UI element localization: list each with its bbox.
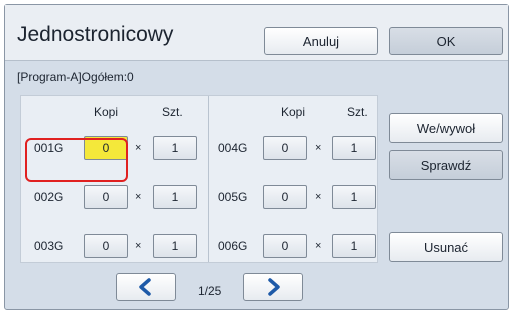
- szt-field-003g[interactable]: 1: [153, 234, 197, 258]
- szt-field-005g[interactable]: 1: [332, 185, 376, 209]
- group-label-004g: 004G: [218, 141, 248, 155]
- kopi-header-left: Kopi: [94, 105, 119, 119]
- title-bar: Jednostronicowy Anuluj OK: [5, 5, 508, 61]
- times-sign: ×: [135, 240, 142, 252]
- next-page-button[interactable]: [243, 273, 303, 301]
- times-sign: ×: [135, 191, 142, 203]
- column-divider: [208, 96, 209, 262]
- page-title: Jednostronicowy: [17, 23, 174, 46]
- cancel-button[interactable]: Anuluj: [264, 27, 378, 55]
- group-label-005g: 005G: [218, 190, 248, 204]
- chevron-right-icon: [268, 278, 280, 296]
- check-button[interactable]: Sprawdź: [389, 150, 503, 180]
- delete-button[interactable]: Usunać: [389, 232, 503, 262]
- times-sign: ×: [135, 142, 142, 154]
- kopi-field-005g[interactable]: 0: [263, 185, 307, 209]
- kopi-field-004g[interactable]: 0: [263, 136, 307, 160]
- program-status: [Program-A]Ogółem:0: [17, 70, 134, 84]
- times-sign: ×: [315, 240, 322, 252]
- kopi-field-006g[interactable]: 0: [263, 234, 307, 258]
- szt-field-004g[interactable]: 1: [332, 136, 376, 160]
- group-label-006g: 006G: [218, 239, 248, 253]
- previous-page-button[interactable]: [116, 273, 176, 301]
- import-export-button[interactable]: We/wywoł: [389, 113, 503, 143]
- kopi-field-003g[interactable]: 0: [84, 234, 128, 258]
- szt-header-right: Szt.: [347, 105, 368, 119]
- ok-button[interactable]: OK: [389, 27, 503, 55]
- kopi-header-right: Kopi: [281, 105, 306, 119]
- chevron-left-icon: [139, 278, 151, 296]
- kopi-field-002g[interactable]: 0: [84, 185, 128, 209]
- szt-field-001g[interactable]: 1: [153, 136, 197, 160]
- szt-header-left: Szt.: [162, 105, 183, 119]
- szt-field-006g[interactable]: 1: [332, 234, 376, 258]
- selection-highlight: [25, 138, 128, 182]
- szt-field-002g[interactable]: 1: [153, 185, 197, 209]
- group-label-002g: 002G: [34, 190, 64, 204]
- times-sign: ×: [315, 142, 322, 154]
- page-indicator: 1/25: [198, 284, 222, 298]
- group-label-003g: 003G: [34, 239, 64, 253]
- times-sign: ×: [315, 191, 322, 203]
